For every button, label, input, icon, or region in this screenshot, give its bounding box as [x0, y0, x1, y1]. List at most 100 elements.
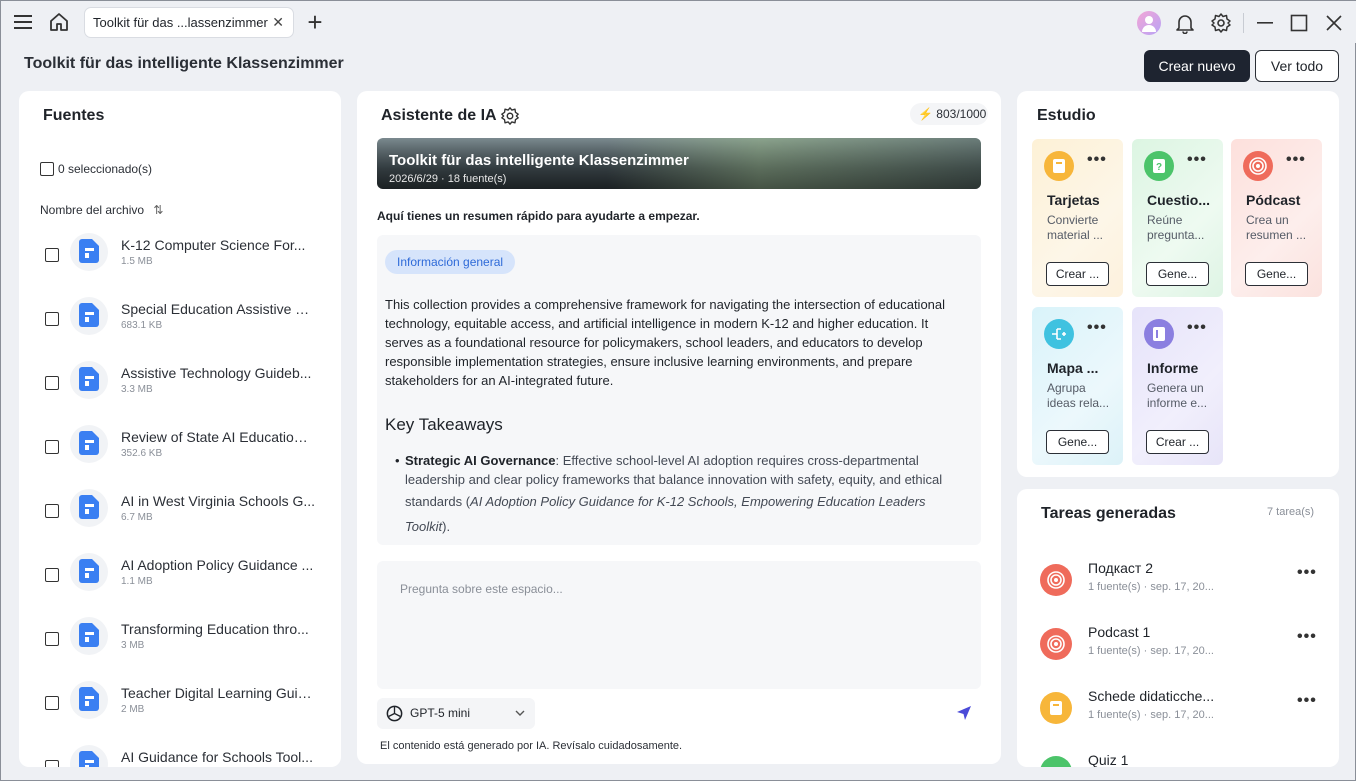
source-checkbox[interactable] — [45, 504, 59, 518]
sort-icon[interactable]: ⇅ — [153, 203, 163, 217]
list-item[interactable]: AI Adoption Policy Guidance ... 1.1 MB — [19, 545, 335, 609]
column-label: Nombre del archivo — [40, 203, 145, 217]
task-item[interactable]: Schede didaticche... 1 fuente(s) · sep. … — [1017, 672, 1339, 736]
card-description: Reúne pregunta... — [1147, 213, 1205, 242]
card-action-button[interactable]: Crear ... — [1146, 430, 1209, 454]
more-options-icon[interactable]: ••• — [1187, 319, 1207, 337]
list-item[interactable]: Review of State AI Education ... 352.6 K… — [19, 417, 335, 481]
source-checkbox[interactable] — [45, 376, 59, 390]
window-divider — [1243, 13, 1244, 33]
close-window-icon[interactable] — [1322, 11, 1346, 35]
document-icon — [70, 361, 108, 399]
quiz-icon — [1040, 756, 1072, 767]
chevron-down-icon — [515, 710, 525, 716]
source-checkbox[interactable] — [45, 440, 59, 454]
key-takeaways-heading: Key Takeaways — [385, 415, 503, 434]
task-item[interactable]: Подкаст 2 1 fuente(s) · sep. 17, 20... •… — [1017, 544, 1339, 608]
more-options-icon[interactable]: ••• — [1297, 628, 1317, 646]
tab-workspace[interactable]: Toolkit für das ...lassenzimmer ✕ — [84, 7, 294, 38]
bell-icon[interactable] — [1173, 11, 1197, 35]
source-size: 683.1 KB — [121, 320, 163, 331]
send-icon[interactable] — [954, 703, 974, 723]
podcast-icon — [1243, 151, 1273, 181]
card-action-button[interactable]: Gene... — [1146, 262, 1209, 286]
list-item[interactable]: Transforming Education thro... 3 MB — [19, 609, 335, 673]
settings-icon[interactable] — [499, 105, 521, 127]
source-checkbox[interactable] — [45, 312, 59, 326]
more-options-icon[interactable]: ••• — [1087, 151, 1107, 169]
openai-icon — [386, 705, 403, 722]
task-meta: 1 fuente(s) · sep. 17, 20... — [1088, 581, 1214, 593]
source-name: AI in West Virginia Schools G... — [121, 493, 315, 509]
source-checkbox[interactable] — [45, 632, 59, 646]
podcast-icon — [1040, 564, 1072, 596]
studio-card-podcast[interactable]: ••• Pódcast Crea un resumen ... Gene... — [1231, 139, 1322, 297]
more-options-icon[interactable]: ••• — [1297, 564, 1317, 582]
assistant-panel: Asistente de IA ⚡ 803/1000 Toolkit für d… — [357, 91, 1001, 764]
list-item[interactable]: Teacher Digital Learning Guid... 2 MB — [19, 673, 335, 737]
task-item[interactable]: Quiz 1 — [1017, 736, 1339, 767]
menu-icon[interactable] — [11, 11, 35, 33]
document-icon — [70, 425, 108, 463]
svg-text:?: ? — [1156, 162, 1162, 173]
card-action-button[interactable]: Gene... — [1245, 262, 1308, 286]
list-item[interactable]: Assistive Technology Guideb... 3.3 MB — [19, 353, 335, 417]
select-all-checkbox[interactable] — [40, 162, 54, 176]
intro-text: Aquí tienes un resumen rápido para ayuda… — [377, 209, 700, 223]
source-checkbox[interactable] — [45, 248, 59, 262]
close-tab-icon[interactable]: ✕ — [272, 8, 284, 37]
avatar[interactable] — [1137, 11, 1161, 35]
studio-card-flashcards[interactable]: ••• Tarjetas Convierte material ... Crea… — [1032, 139, 1123, 297]
document-icon — [70, 553, 108, 591]
takeaway-item: • Strategic AI Governance: Effective sch… — [395, 451, 965, 539]
selected-count: 0 seleccionado(s) — [58, 162, 153, 176]
studio-card-mindmap[interactable]: ••• Mapa ... Agrupa ideas rela... Gene..… — [1032, 307, 1123, 465]
more-options-icon[interactable]: ••• — [1087, 319, 1107, 337]
source-checkbox[interactable] — [45, 760, 59, 767]
source-checkbox[interactable] — [45, 568, 59, 582]
list-item[interactable]: AI in West Virginia Schools G... 6.7 MB — [19, 481, 335, 545]
sources-panel: Fuentes 0 seleccionado(s) Nombre del arc… — [19, 91, 341, 767]
studio-card-quiz[interactable]: ? ••• Cuestio... Reúne pregunta... Gene.… — [1132, 139, 1223, 297]
question-input[interactable]: Pregunta sobre este espacio... — [377, 561, 981, 689]
task-meta: 1 fuente(s) · sep. 17, 20... — [1088, 645, 1214, 657]
maximize-icon[interactable] — [1287, 11, 1311, 35]
more-options-icon[interactable]: ••• — [1187, 151, 1207, 169]
source-checkbox[interactable] — [45, 696, 59, 710]
document-icon — [70, 233, 108, 271]
card-action-button[interactable]: Gene... — [1046, 430, 1109, 454]
gear-icon[interactable] — [1209, 11, 1233, 35]
summary-text: This collection provides a comprehensive… — [385, 297, 946, 388]
source-name: Review of State AI Education ... — [121, 429, 315, 445]
banner-image: Toolkit für das intelligente Klassenzimm… — [377, 138, 981, 189]
tasks-count: 7 tarea(s) — [1267, 506, 1315, 518]
takeaway-citation[interactable]: AI Adoption Policy Guidance for K-12 Sch… — [405, 494, 926, 534]
takeaway-end: ). — [442, 519, 451, 534]
home-icon[interactable] — [47, 10, 71, 34]
more-options-icon[interactable]: ••• — [1286, 151, 1306, 169]
task-name: Подкаст 2 — [1088, 560, 1154, 576]
list-item[interactable]: AI Guidance for Schools Tool... — [19, 737, 335, 767]
list-item[interactable]: K-12 Computer Science For... 1.5 MB — [19, 225, 335, 289]
card-action-button[interactable]: Crear ... — [1046, 262, 1109, 286]
source-size: 1.1 MB — [121, 576, 153, 587]
source-size: 3 MB — [121, 640, 145, 651]
view-all-button[interactable]: Ver todo — [1255, 50, 1339, 82]
minimize-icon[interactable] — [1253, 11, 1277, 35]
task-item[interactable]: Podcast 1 1 fuente(s) · sep. 17, 20... •… — [1017, 608, 1339, 672]
studio-card-report[interactable]: ••• Informe Genera un informe e... Crear… — [1132, 307, 1223, 465]
sources-title: Fuentes — [43, 107, 105, 124]
lightning-icon: ⚡ — [918, 107, 933, 121]
new-tab-button[interactable]: + — [303, 7, 327, 37]
source-name: Transforming Education thro... — [121, 621, 309, 637]
file-name-column-header[interactable]: Nombre del archivo ⇅ — [40, 203, 163, 217]
card-title: Cuestio... — [1147, 192, 1211, 208]
card-title: Informe — [1147, 360, 1199, 376]
list-item[interactable]: Special Education Assistive Te... 683.1 … — [19, 289, 335, 353]
report-icon — [1144, 319, 1174, 349]
create-new-button[interactable]: Crear nuevo — [1144, 50, 1250, 82]
task-name: Quiz 1 — [1088, 752, 1129, 767]
model-selector[interactable]: GPT-5 mini — [377, 698, 535, 729]
more-options-icon[interactable]: ••• — [1297, 692, 1317, 710]
card-title: Pódcast — [1246, 192, 1301, 208]
